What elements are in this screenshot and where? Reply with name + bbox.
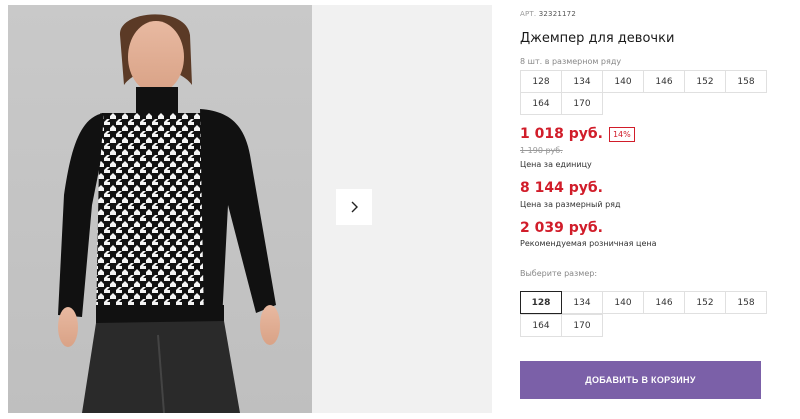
sku-prefix: АРТ. (520, 10, 537, 18)
size-picker-label: Выберите размер: (520, 269, 598, 278)
size-option[interactable]: 158 (725, 291, 767, 314)
size-picker: 128 134 140 146 152 158 164 170 (520, 291, 767, 337)
range-size-cell: 170 (561, 92, 603, 115)
product-photo[interactable] (8, 5, 312, 413)
size-option[interactable]: 170 (561, 314, 603, 337)
product-title: Джемпер для девочки (520, 31, 675, 46)
unit-price-row: 1 018 руб. 14% (520, 126, 635, 142)
pack-price-note: Цена за размерный ряд (520, 200, 621, 209)
range-size-cell: 152 (684, 70, 726, 93)
size-option[interactable]: 134 (561, 291, 603, 314)
size-option[interactable]: 164 (520, 314, 562, 337)
retail-price: 2 039 руб. (520, 220, 603, 236)
range-size-cell: 146 (643, 70, 685, 93)
range-size-cell: 164 (520, 92, 562, 115)
size-option[interactable]: 146 (643, 291, 685, 314)
range-size-cell: 158 (725, 70, 767, 93)
product-sku: АРТ. 32321172 (520, 10, 576, 18)
size-range-label: 8 шт. в размерном ряду (520, 57, 622, 66)
sku-value: 32321172 (538, 10, 576, 18)
size-range-grid: 128 134 140 146 152 158 164 170 (520, 70, 767, 115)
gallery-next-button[interactable] (336, 189, 372, 225)
product-gallery (8, 5, 492, 413)
unit-price: 1 018 руб. (520, 126, 603, 142)
product-page: АРТ. 32321172 Джемпер для девочки 8 шт. … (0, 0, 800, 419)
discount-badge: 14% (608, 126, 635, 142)
range-size-cell: 134 (561, 70, 603, 93)
size-option-selected[interactable]: 128 (520, 291, 562, 314)
size-option[interactable]: 140 (602, 291, 644, 314)
unit-price-note: Цена за единицу (520, 160, 592, 169)
pack-price: 8 144 руб. (520, 180, 603, 196)
range-size-cell: 128 (520, 70, 562, 93)
size-option[interactable]: 152 (684, 291, 726, 314)
old-price: 1 190 руб. (520, 146, 563, 155)
chevron-right-icon (351, 201, 358, 213)
retail-price-note: Рекомендуемая розничная цена (520, 239, 657, 248)
add-to-cart-button[interactable]: ДОБАВИТЬ В КОРЗИНУ (520, 361, 761, 399)
model-illustration (58, 14, 280, 413)
range-size-cell: 140 (602, 70, 644, 93)
